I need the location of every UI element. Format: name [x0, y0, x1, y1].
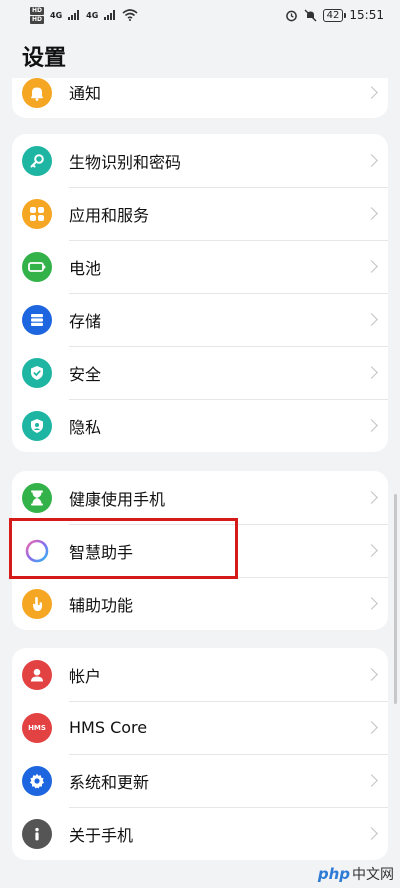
settings-item-storage[interactable]: 存储 — [12, 293, 388, 346]
settings-item-digital-balance[interactable]: 健康使用手机 — [12, 471, 388, 524]
watermark: php 中文网 — [318, 864, 394, 884]
hd-badge-1: HD — [30, 6, 45, 15]
settings-item-label: 关于手机 — [69, 825, 134, 845]
chevron-right-icon — [365, 668, 378, 681]
settings-item-label: 帐户 — [69, 666, 102, 686]
settings-item-about-phone[interactable]: 关于手机 — [12, 807, 388, 860]
settings-item-notifications[interactable]: 通知 — [12, 78, 388, 108]
hd-badges: HD HD — [30, 6, 45, 24]
scrollbar[interactable] — [394, 494, 397, 704]
info-icon — [22, 818, 52, 849]
status-left: HD HD 4G 4G — [30, 6, 138, 24]
signal-4g-2: 4G — [86, 10, 99, 20]
settings-item-security[interactable]: 安全 — [12, 346, 388, 399]
chevron-right-icon — [365, 313, 378, 326]
bell-icon — [22, 78, 52, 108]
settings-item-label: 健康使用手机 — [69, 489, 166, 509]
mute-bell-icon — [304, 9, 317, 21]
chevron-right-icon — [365, 85, 378, 99]
settings-item-label: 辅助功能 — [69, 595, 134, 615]
watermark-text: 中文网 — [352, 867, 394, 883]
settings-item-system-update[interactable]: 系统和更新 — [12, 754, 388, 807]
signal-4g-1: 4G — [50, 10, 63, 20]
settings-item-label: HMS Core — [69, 718, 148, 737]
settings-item-label: 生物识别和密码 — [69, 152, 182, 172]
chevron-right-icon — [365, 721, 378, 734]
storage-icon — [22, 304, 52, 335]
chevron-right-icon — [365, 260, 378, 273]
settings-item-apps[interactable]: 应用和服务 — [12, 187, 388, 240]
apps-grid-icon — [22, 198, 52, 229]
shield-check-icon — [22, 357, 52, 388]
settings-item-label: 电池 — [69, 258, 102, 278]
settings-group-1: 通知 — [12, 78, 388, 118]
user-icon — [22, 659, 52, 690]
gear-icon — [22, 765, 52, 796]
settings-item-label: 通知 — [69, 84, 102, 103]
settings-item-privacy[interactable]: 隐私 — [12, 399, 388, 452]
chevron-right-icon — [365, 366, 378, 379]
chevron-right-icon — [365, 597, 378, 610]
settings-group-2: 生物识别和密码 应用和服务 电池 存储 安全 隐私 — [12, 134, 388, 452]
settings-item-accessibility[interactable]: 辅助功能 — [12, 577, 388, 630]
alarm-icon — [285, 10, 297, 21]
signal-bars-icon — [68, 10, 80, 20]
settings-group-4: 帐户 HMS HMS Core 系统和更新 关于手机 — [12, 648, 388, 860]
settings-item-account[interactable]: 帐户 — [12, 648, 388, 701]
privacy-shield-icon — [22, 410, 52, 441]
hms-icon: HMS — [22, 712, 52, 743]
battery-indicator: 42 — [322, 8, 347, 22]
settings-item-hms-core[interactable]: HMS HMS Core — [12, 701, 388, 754]
settings-item-label: 存储 — [69, 311, 102, 331]
settings-item-label: 系统和更新 — [69, 772, 150, 792]
chevron-right-icon — [365, 154, 378, 167]
chevron-right-icon — [365, 827, 378, 840]
chevron-right-icon — [365, 774, 378, 787]
settings-item-label: 隐私 — [69, 417, 102, 437]
hourglass-icon — [22, 482, 52, 513]
watermark-logo: php — [317, 865, 350, 883]
page-title: 设置 — [22, 46, 67, 71]
highlight-annotation — [9, 518, 238, 579]
status-bar: HD HD 4G 4G 42 15:51 — [0, 0, 400, 30]
wifi-icon — [122, 9, 138, 21]
chevron-right-icon — [365, 207, 378, 220]
key-icon — [22, 145, 52, 176]
chevron-right-icon — [365, 419, 378, 432]
settings-item-label: 安全 — [69, 364, 102, 384]
hms-icon-text: HMS — [28, 723, 46, 732]
settings-item-biometrics[interactable]: 生物识别和密码 — [12, 134, 388, 187]
status-right: 42 15:51 — [285, 8, 384, 22]
chevron-right-icon — [365, 544, 378, 557]
settings-item-battery[interactable]: 电池 — [12, 240, 388, 293]
clock: 15:51 — [349, 8, 384, 22]
chevron-right-icon — [365, 491, 378, 504]
hd-badge-2: HD — [30, 15, 45, 24]
battery-icon — [22, 251, 52, 282]
hand-icon — [22, 588, 52, 619]
signal-bars-icon — [104, 10, 116, 20]
settings-item-label: 应用和服务 — [69, 205, 150, 225]
